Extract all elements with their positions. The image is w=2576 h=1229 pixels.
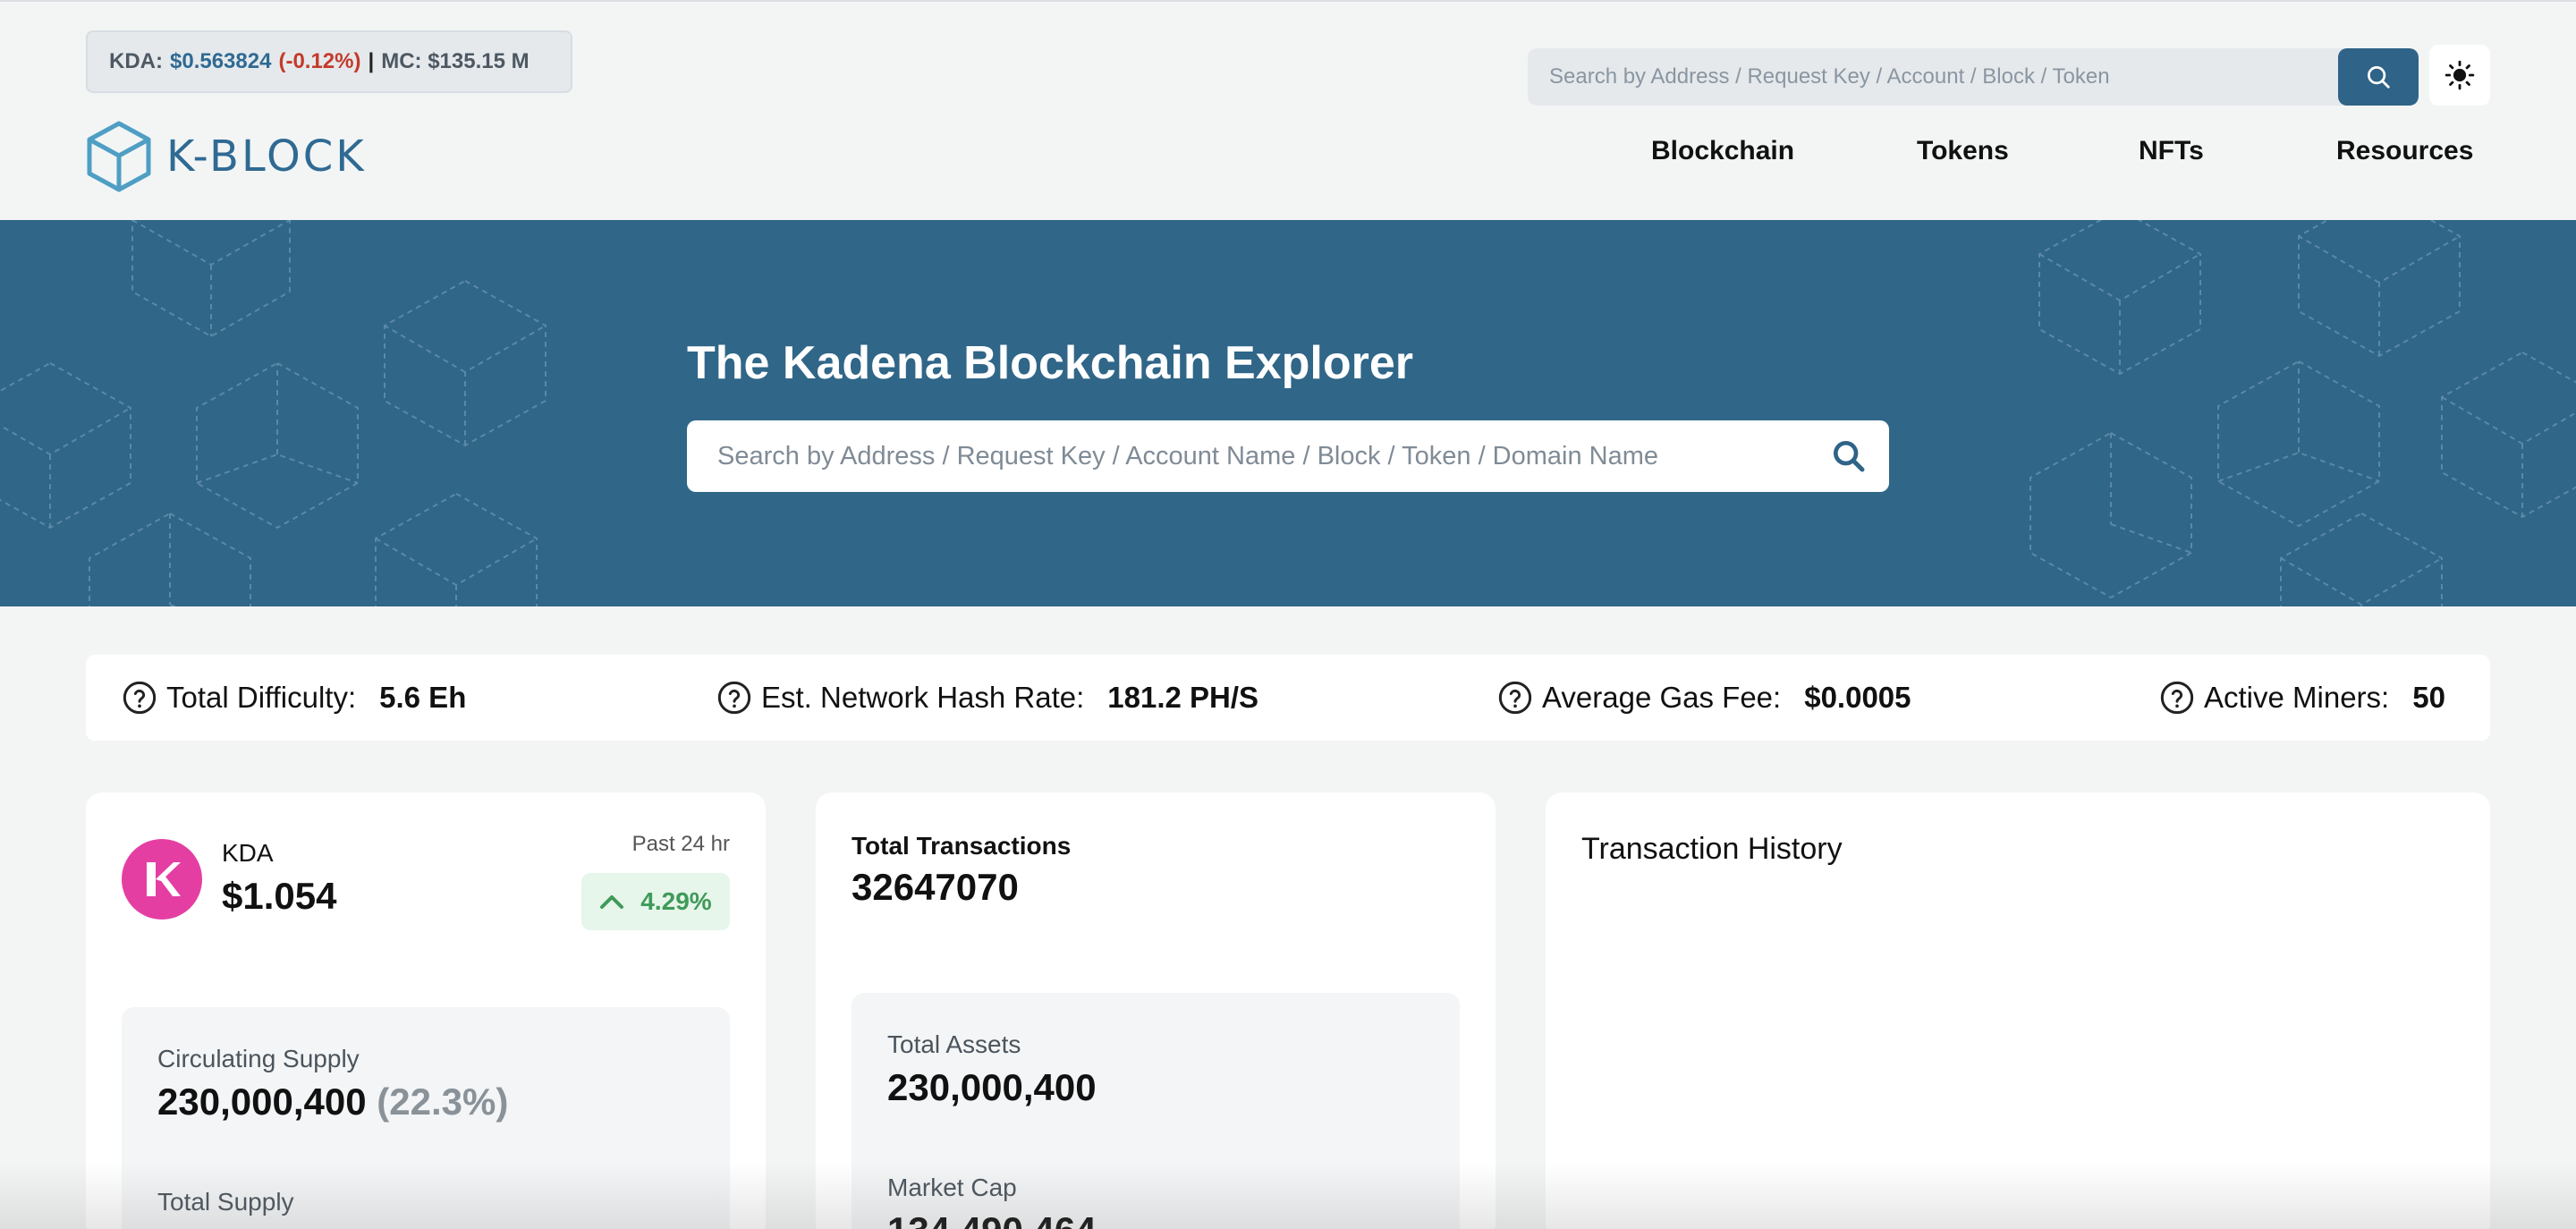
header-search-input[interactable] bbox=[1528, 48, 2338, 106]
nav-resources[interactable]: Resources bbox=[2336, 136, 2473, 181]
hero-banner: The Kadena Blockchain Explorer bbox=[0, 220, 2576, 606]
header-search bbox=[1528, 48, 2419, 106]
nav-nfts[interactable]: NFTs bbox=[2139, 136, 2204, 181]
stat-label: Total Difficulty: bbox=[166, 681, 357, 714]
total-transactions-label: Total Transactions bbox=[852, 832, 1072, 860]
kda-token-logo-icon bbox=[122, 839, 202, 920]
circulating-supply-percent: (22.3%) bbox=[377, 1081, 509, 1123]
theme-toggle-button[interactable] bbox=[2429, 45, 2490, 106]
site-header: KDA: $0.563824 (-0.12%) | MC: $135.15 M bbox=[0, 0, 2576, 220]
stat-hash-rate: Est. Network Hash Rate: 181.2 PH/S bbox=[716, 655, 1258, 741]
network-stats-bar: Total Difficulty: 5.6 Eh Est. Network Ha… bbox=[86, 655, 2490, 741]
help-icon[interactable] bbox=[1497, 680, 1533, 716]
total-supply-label: Total Supply bbox=[157, 1188, 294, 1216]
price-ticker: KDA: $0.563824 (-0.12%) | MC: $135.15 M bbox=[86, 30, 572, 93]
total-assets-label: Total Assets bbox=[887, 1030, 1021, 1058]
chevron-up-icon bbox=[600, 895, 624, 909]
circulating-supply-label: Circulating Supply bbox=[157, 1045, 360, 1072]
hero-title: The Kadena Blockchain Explorer bbox=[687, 337, 1414, 389]
total-assets-value: 230,000,400 bbox=[887, 1066, 1097, 1108]
ticker-market-cap: MC: $135.15 M bbox=[381, 49, 530, 73]
circulating-supply-value: 230,000,400 (22.3%) bbox=[157, 1081, 508, 1123]
stat-active-miners: Active Miners: 50 bbox=[2159, 655, 2445, 741]
stat-value: 181.2 PH/S bbox=[1107, 681, 1259, 714]
stat-label: Est. Network Hash Rate: bbox=[761, 681, 1085, 714]
cube-pattern-background bbox=[0, 220, 2576, 606]
stat-value: 50 bbox=[2412, 681, 2445, 714]
supply-box: Circulating Supply 230,000,400 (22.3%) T… bbox=[122, 1007, 730, 1229]
help-icon[interactable] bbox=[122, 680, 157, 716]
kda-token-name: KDA bbox=[222, 839, 274, 867]
price-change-badge: 4.29% bbox=[581, 873, 730, 930]
sun-icon bbox=[2445, 60, 2475, 90]
kda-price-card: KDA $1.054 Past 24 hr 4.29% Circulating … bbox=[86, 792, 766, 1229]
stat-gas-fee: Average Gas Fee: $0.0005 bbox=[1497, 655, 1911, 741]
total-transactions-value: 32647070 bbox=[852, 866, 1019, 908]
search-icon bbox=[2368, 66, 2390, 89]
transaction-history-title: Transaction History bbox=[1581, 832, 1843, 866]
transaction-history-card: Transaction History bbox=[1546, 792, 2490, 1229]
market-cap-label: Market Cap bbox=[887, 1174, 1017, 1201]
market-cap-value: 134,490,464 bbox=[887, 1209, 1097, 1229]
hero-search-button[interactable] bbox=[1809, 438, 1889, 474]
hero-search-input[interactable] bbox=[687, 441, 1809, 471]
stat-label: Average Gas Fee: bbox=[1542, 681, 1782, 714]
logo-text: K-BLOCK bbox=[166, 131, 367, 182]
nav-blockchain[interactable]: Blockchain bbox=[1651, 136, 1794, 181]
total-transactions-card: Total Transactions 32647070 Total Assets… bbox=[816, 792, 1496, 1229]
cube-logo-icon bbox=[87, 121, 151, 192]
circulating-supply-amount: 230,000,400 bbox=[157, 1081, 367, 1123]
stat-value: 5.6 Eh bbox=[379, 681, 467, 714]
price-change-value: 4.29% bbox=[640, 887, 712, 915]
help-icon[interactable] bbox=[716, 680, 752, 716]
stat-label: Active Miners: bbox=[2204, 681, 2390, 714]
search-icon bbox=[1833, 440, 1865, 472]
stat-value: $0.0005 bbox=[1804, 681, 1911, 714]
ticker-symbol: KDA: bbox=[109, 49, 163, 73]
help-icon[interactable] bbox=[2159, 680, 2195, 716]
site-logo[interactable]: K-BLOCK bbox=[86, 120, 367, 193]
kda-token-price: $1.054 bbox=[222, 875, 337, 917]
hero-search bbox=[687, 420, 1889, 492]
ticker-price: $0.563824 bbox=[170, 49, 272, 73]
header-search-button[interactable] bbox=[2338, 48, 2419, 106]
price-period-label: Past 24 hr bbox=[631, 832, 730, 856]
nav-tokens[interactable]: Tokens bbox=[1917, 136, 2009, 181]
ticker-change: (-0.12%) bbox=[278, 49, 361, 73]
assets-box: Total Assets 230,000,400 Market Cap 134,… bbox=[852, 993, 1460, 1229]
ticker-separator: | bbox=[368, 49, 375, 73]
stat-total-difficulty: Total Difficulty: 5.6 Eh bbox=[122, 655, 466, 741]
